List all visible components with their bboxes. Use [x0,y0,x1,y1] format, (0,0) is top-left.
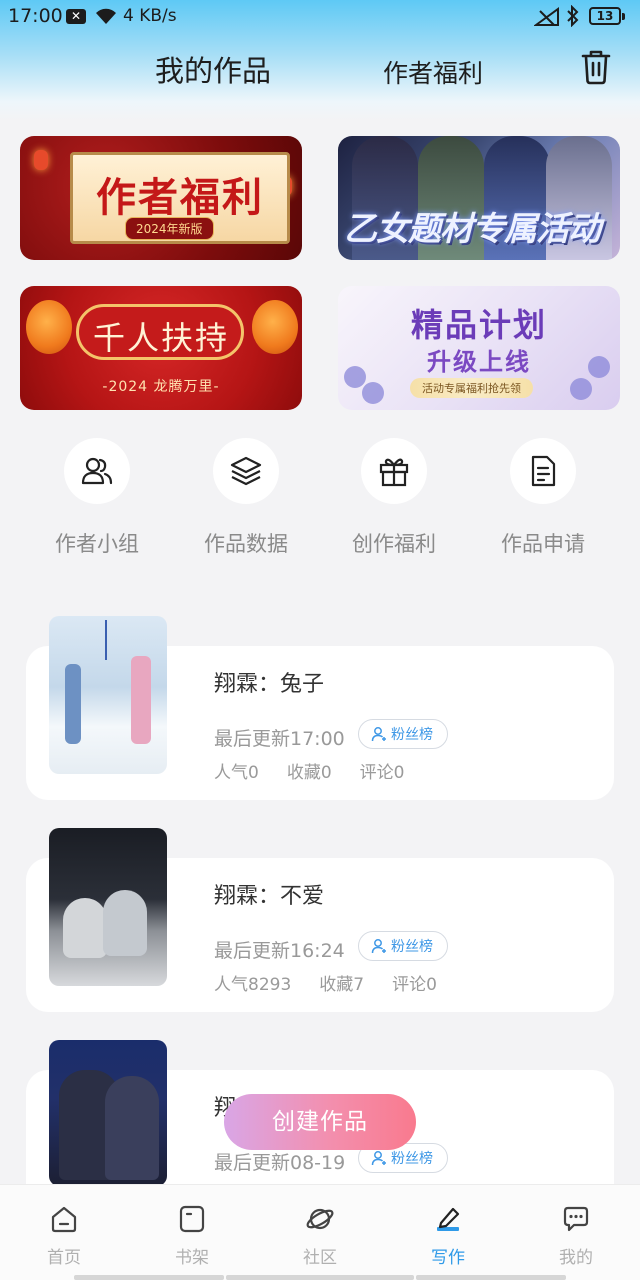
network-speed: 4 KB/s [123,6,177,26]
nav-item-bookshelf[interactable]: 书架 [152,1203,232,1268]
work-updated: 最后更新17:00 [214,728,345,750]
banner-premium-plan[interactable]: 精品计划 升级上线 活动专属福利抢先领 [338,286,620,410]
work-cover-image[interactable] [49,1040,167,1186]
entry-icon-circle [64,438,130,504]
tab-my-works[interactable]: 我的作品 [155,48,271,90]
signal-icon [534,7,559,26]
bottom-nav: 首页 书架 社区 写作 我的 [0,1184,640,1280]
entry-icon-circle [510,438,576,504]
user-icon [371,939,386,954]
bluetooth-icon [567,5,579,27]
banner-tag: 2024年新版 [125,217,214,240]
work-updated: 最后更新16:24 [214,940,345,962]
entry-label: 作品数据 [204,532,288,556]
chat-bubble-icon [563,1206,589,1232]
bookshelf-icon [179,1205,205,1233]
create-work-button[interactable]: 创建作品 [224,1094,416,1150]
user-icon [371,727,386,742]
stat-comments: 评论0 [359,763,405,783]
status-bar: 17:00 ✕ 4 KB/s 13 [0,0,640,34]
entry-work-application[interactable]: 作品申请 [478,438,608,558]
banner-thousand-support[interactable]: 千人扶持 -2024 龙腾万里- [20,286,302,410]
stat-popularity: 人气0 [214,763,259,783]
gesture-bar [416,1275,566,1280]
banner-subtitle: 升级上线 [427,348,531,376]
stat-popularity: 人气8293 [214,975,292,995]
banner-author-welfare[interactable]: 作者福利 2024年新版 [20,136,302,260]
tab-author-welfare[interactable]: 作者福利 [383,54,483,90]
gesture-bar [226,1275,414,1280]
users-icon [81,457,113,485]
trash-icon[interactable] [578,48,614,86]
work-cover-image[interactable] [49,828,167,986]
entry-work-data[interactable]: 作品数据 [181,438,311,558]
document-icon [531,455,556,487]
work-title: 翔霖：兔子 [214,672,325,697]
nav-item-community[interactable]: 社区 [280,1203,360,1268]
entry-icon-circle [213,438,279,504]
notification-icon: ✕ [66,9,86,24]
nav-item-mine[interactable]: 我的 [536,1203,616,1268]
gesture-bar [74,1275,224,1280]
layers-icon [230,456,262,486]
flower-icon [570,378,592,400]
stat-favorites: 收藏7 [319,975,365,995]
entry-icon-circle [361,438,427,504]
user-icon [371,1151,386,1166]
nav-item-writing[interactable]: 写作 [408,1203,488,1268]
nav-label: 社区 [303,1248,337,1268]
entry-creation-welfare[interactable]: 创作福利 [329,438,459,558]
pen-icon [437,1207,460,1231]
work-stats: 人气8293 收藏7 评论0 [214,970,437,995]
planet-icon [306,1208,334,1230]
nav-item-home[interactable]: 首页 [24,1203,104,1268]
status-time: 17:00 [8,5,63,27]
work-updated: 最后更新08-19 [214,1152,346,1174]
banner-scroll: 作者福利 2024年新版 [70,152,290,244]
banner-title: 乙女题材专属活动 [344,209,601,248]
banner-tag: 活动专属福利抢先领 [410,378,533,398]
banner-title: 作者福利 [96,174,264,221]
battery-icon: 13 [589,7,625,25]
entry-label: 作者小组 [55,532,139,556]
banner-subtitle: -2024 龙腾万里- [102,379,220,395]
fans-rank-label: 粉丝榜 [391,727,433,743]
lantern-icon [34,150,48,170]
banner-title: 千人扶持 [92,319,229,357]
fans-rank-label: 粉丝榜 [391,1151,433,1167]
work-stats: 人气0 收藏0 评论0 [214,758,404,783]
entry-author-group[interactable]: 作者小组 [32,438,162,558]
nav-label: 我的 [559,1248,593,1268]
nav-label: 首页 [47,1248,81,1268]
nav-label: 写作 [431,1248,465,1268]
fans-rank-button[interactable]: 粉丝榜 [358,931,448,961]
gift-icon [379,458,409,487]
stat-comments: 评论0 [392,975,437,995]
fans-rank-button[interactable]: 粉丝榜 [358,719,448,749]
flower-icon [362,382,384,404]
nav-label: 书架 [175,1248,209,1268]
banner-otome-event[interactable]: 乙女题材专属活动 [338,136,620,260]
work-cover-image[interactable] [49,616,167,774]
wifi-icon [96,8,116,24]
entry-label: 创作福利 [352,532,436,556]
home-icon [51,1206,77,1233]
stat-favorites: 收藏0 [286,763,332,783]
banner-title: 精品计划 [410,306,547,344]
work-title: 翔霖：不爱 [214,884,325,909]
entry-label: 作品申请 [501,532,585,556]
fans-rank-label: 粉丝榜 [391,939,433,955]
